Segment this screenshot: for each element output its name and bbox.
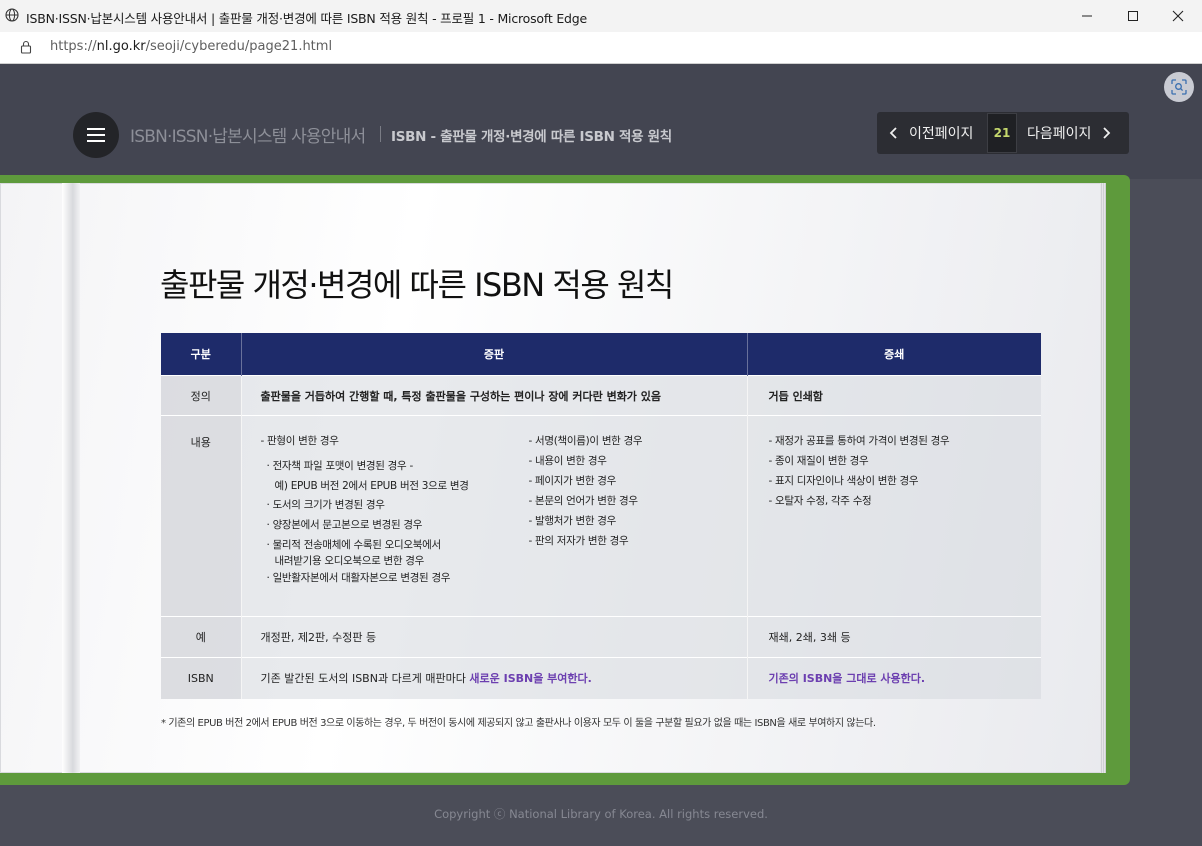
revision-list-left: - 판형이 변한 경우 · 전자책 파일 포맷이 변경된 경우 - 예) EPU… xyxy=(261,431,529,589)
menu-button[interactable] xyxy=(73,112,119,158)
row-category: ISBN xyxy=(161,657,242,699)
column-header: 증쇄 xyxy=(747,333,1041,376)
list-item: · 전자책 파일 포맷이 변경된 경우 - 예) EPUB 버전 2에서 EPU… xyxy=(261,457,529,589)
list-item: - 표지 디자인이나 색상이 변한 경우 xyxy=(768,475,919,487)
list-item: · 전자책 파일 포맷이 변경된 경우 - xyxy=(266,460,414,472)
footnote: * 기존의 EPUB 버전 2에서 EPUB 버전 3으로 이동하는 경우, 두… xyxy=(161,718,876,729)
page-content: ISBN·ISSN·납본시스템 사용안내서 ISBN - 출판물 개정·변경에 … xyxy=(0,64,1202,846)
list-item: 내려받기용 오디오북으로 변한 경우 xyxy=(274,555,425,567)
list-item: · 양장본에서 문고본으로 변경된 경우 xyxy=(266,518,423,531)
sub-list: · 전자책 파일 포맷이 변경된 경우 - 예) EPUB 버전 2에서 EPU… xyxy=(261,457,529,589)
visual-search-button[interactable] xyxy=(1164,72,1194,102)
chevron-left-icon xyxy=(889,127,897,139)
column-header: 구분 xyxy=(161,333,242,376)
globe-icon xyxy=(5,8,19,22)
revision-example: 개정판, 제2판, 수정판 등 xyxy=(241,616,748,658)
title-divider xyxy=(380,126,381,142)
revision-definition: 출판물을 거듭하여 간행할 때, 특정 출판물을 구성하는 편이나 장에 커다란… xyxy=(241,375,748,416)
visual-search-icon xyxy=(1171,79,1187,95)
next-page-label: 다음페이지 xyxy=(1027,126,1092,142)
row-category-label: 내용 xyxy=(190,436,211,449)
list-item: - 내용이 변한 경우 xyxy=(528,455,607,467)
column-header: 증판 xyxy=(241,333,748,376)
list-item: - 발행처가 변한 경우 xyxy=(528,515,617,527)
page-number: 21 xyxy=(987,113,1017,153)
revision-isbn-emphasis: 새로운 ISBN을 부여한다. xyxy=(469,672,592,686)
list-item: - 오탈자 수정, 각주 수정 xyxy=(768,495,872,507)
list-item: - 종이 재질이 변한 경우 xyxy=(768,455,869,467)
list-item: - 판의 저자가 변한 경우 xyxy=(528,535,629,547)
page-subtitle: ISBN - 출판물 개정·변경에 따른 ISBN 적용 원칙 xyxy=(391,129,672,145)
maximize-button[interactable] xyxy=(1110,0,1156,32)
reprint-content: - 재정가 공표를 통하여 가격이 변경된 경우 - 종이 재질이 변한 경우 … xyxy=(747,415,1042,617)
table-row-example: 예 개정판, 제2판, 수정판 등 재쇄, 2쇄, 3쇄 등 xyxy=(161,616,1041,658)
chevron-right-icon xyxy=(1103,127,1111,139)
lock-icon xyxy=(20,40,32,54)
close-icon xyxy=(1172,10,1184,22)
revision-list-right: - 서명(책이름)이 변한 경우 - 내용이 변한 경우 - 페이지가 변한 경… xyxy=(529,431,643,589)
reprint-definition: 거듭 인쇄함 xyxy=(747,375,1041,416)
page-edges xyxy=(1100,183,1106,773)
reprint-isbn-emphasis: 기존의 ISBN을 그대로 사용한다. xyxy=(768,672,926,686)
revision-content: - 판형이 변한 경우 · 전자책 파일 포맷이 변경된 경우 - 예) EPU… xyxy=(241,415,748,617)
list-item: · 일반활자본에서 대활자본으로 변경된 경우 xyxy=(266,572,451,584)
list-item: - 본문의 언어가 변한 경우 xyxy=(528,495,639,507)
row-category: 예 xyxy=(161,616,242,658)
table-row-content: 내용 - 판형이 변한 경우 · 전자책 파일 포맷이 변경된 경우 - 예) … xyxy=(161,415,1042,617)
book-spine xyxy=(62,183,80,773)
table-row-isbn: ISBN 기존 발간된 도서의 ISBN과 다르게 매판마다 새로운 ISBN을… xyxy=(161,657,1041,699)
list-item: - 페이지가 변한 경우 xyxy=(528,475,617,487)
table-header-row: 구분 증판 증쇄 xyxy=(161,333,1041,376)
list-item: - 서명(책이름)이 변한 경우 xyxy=(528,435,643,447)
list-item: · 물리적 전송매체에 수록된 오디오북에서 xyxy=(266,539,442,551)
reprint-list: - 재정가 공표를 통하여 가격이 변경된 경우 - 종이 재질이 변한 경우 … xyxy=(769,431,1042,511)
row-category: 정의 xyxy=(161,375,242,416)
row-category: 내용 xyxy=(161,415,242,617)
list-item: - 재정가 공표를 통하여 가격이 변경된 경우 xyxy=(768,435,950,447)
reprint-isbn: 기존의 ISBN을 그대로 사용한다. xyxy=(747,657,1041,699)
minimize-button[interactable] xyxy=(1064,0,1110,32)
site-title[interactable]: ISBN·ISSN·납본시스템 사용안내서 xyxy=(130,122,366,147)
url-text[interactable]: https://nl.go.kr/seoji/cyberedu/page21.h… xyxy=(50,39,332,54)
prev-page-button[interactable]: 이전페이지 xyxy=(887,112,973,154)
list-item: · 도서의 크기가 변경된 경우 xyxy=(266,499,385,511)
prev-page-label: 이전페이지 xyxy=(909,126,974,142)
minimize-icon xyxy=(1082,15,1092,17)
address-bar[interactable]: https://nl.go.kr/seoji/cyberedu/page21.h… xyxy=(0,32,1202,64)
revision-isbn: 기존 발간된 도서의 ISBN과 다르게 매판마다 새로운 ISBN을 부여한다… xyxy=(241,657,748,699)
reprint-example: 재쇄, 2쇄, 3쇄 등 xyxy=(747,616,1041,658)
hamburger-icon xyxy=(87,128,105,142)
isbn-rules-table: 구분 증판 증쇄 정의 출판물을 거듭하여 간행할 때, 특정 출판물을 구성하… xyxy=(161,333,1041,699)
page-navigator: 이전페이지 21 다음페이지 xyxy=(877,112,1129,154)
table-row-definition: 정의 출판물을 거듭하여 간행할 때, 특정 출판물을 구성하는 편이나 장에 … xyxy=(161,375,1041,416)
copyright-text: Copyright ⓒ National Library of Korea. A… xyxy=(434,807,768,821)
window-titlebar: ISBN·ISSN·납본시스템 사용안내서 | 출판물 개정·변경에 따른 IS… xyxy=(0,0,1202,32)
next-page-button[interactable]: 다음페이지 xyxy=(1027,112,1113,154)
document-heading: 출판물 개정·변경에 따른 ISBN 적용 원칙 xyxy=(160,266,674,304)
maximize-icon xyxy=(1128,11,1138,21)
list-item: - 판형이 변한 경우 xyxy=(260,435,339,447)
close-button[interactable] xyxy=(1155,0,1201,32)
revision-isbn-text: 기존 발간된 도서의 ISBN과 다르게 매판마다 xyxy=(260,672,470,686)
list-item: 예) EPUB 버전 2에서 EPUB 버전 3으로 변경 xyxy=(274,479,469,492)
window-title: ISBN·ISSN·납본시스템 사용안내서 | 출판물 개정·변경에 따른 IS… xyxy=(26,11,587,26)
